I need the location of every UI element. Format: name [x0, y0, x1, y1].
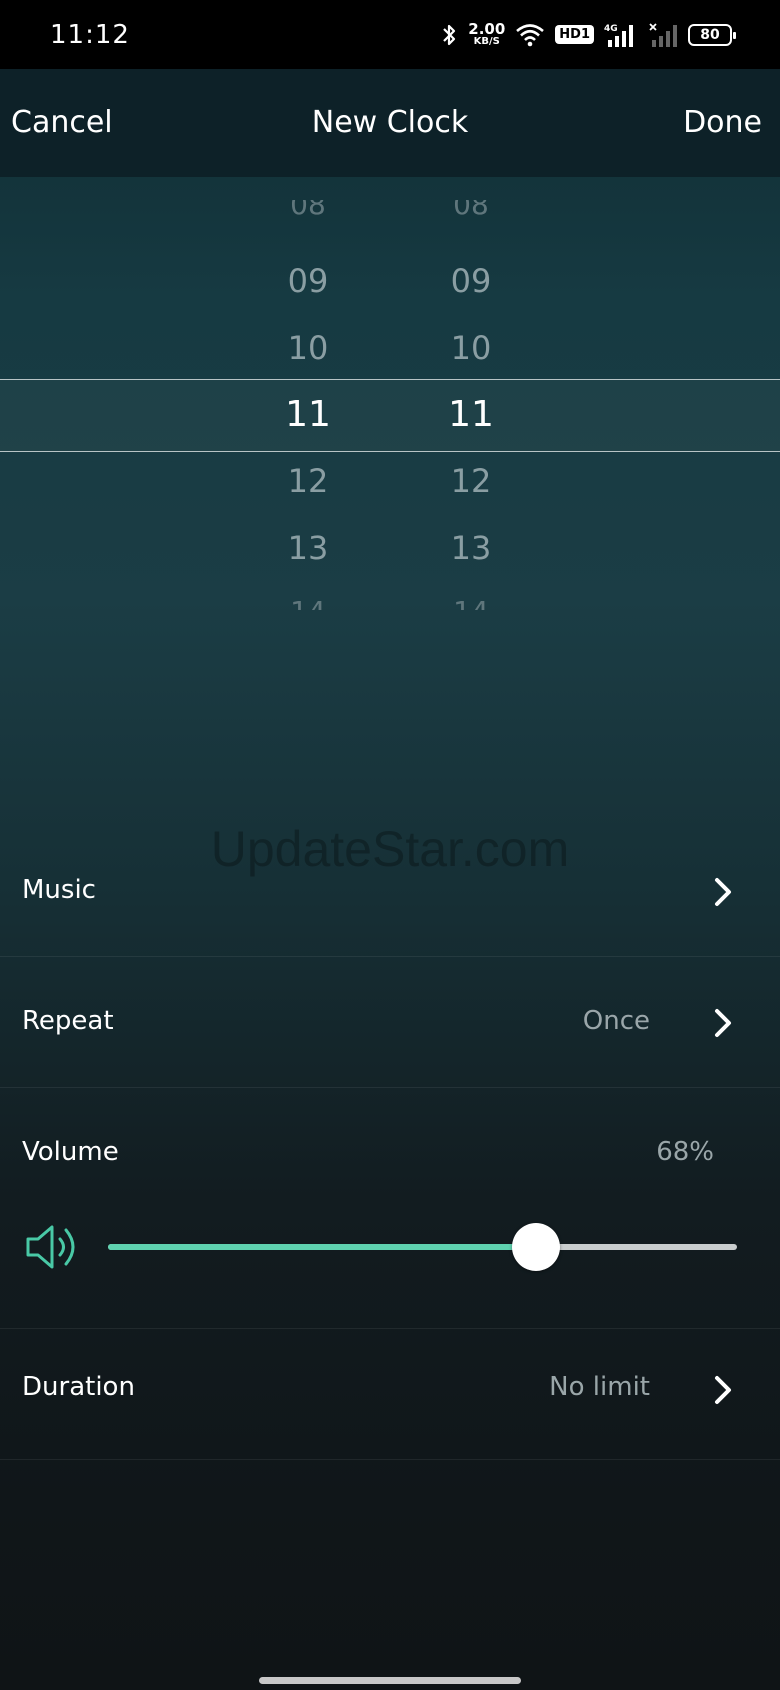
signal-icon: 4G	[604, 24, 633, 47]
music-row[interactable]: Music	[0, 827, 780, 957]
minute-option-selected[interactable]: 11	[411, 394, 531, 435]
signal-no-service-icon	[649, 22, 677, 47]
status-icons: 2.00 KB/S HD1 4G 80	[440, 22, 736, 48]
battery-icon: 80	[688, 23, 736, 46]
duration-value: No limit	[549, 1372, 650, 1402]
volume-slider-thumb[interactable]	[511, 1223, 560, 1271]
hour-option[interactable]: 10	[248, 329, 368, 367]
battery-level: 80	[700, 26, 720, 43]
hour-option[interactable]: 09	[248, 262, 368, 300]
volume-label: Volume	[22, 1137, 119, 1167]
time-picker[interactable]: 08 09 10 11 12 13 14 08 09 10 11 12 13 1…	[0, 200, 780, 610]
minute-option[interactable]: 09	[411, 262, 531, 300]
volume-slider-track[interactable]	[108, 1223, 737, 1271]
page-title: New Clock	[311, 105, 469, 140]
volume-slider-area	[0, 1200, 780, 1310]
hour-option[interactable]: 13	[248, 529, 368, 567]
hour-wheel[interactable]: 08 09 10 11 12 13 14	[248, 200, 368, 610]
status-bar: 11:12 2.00 KB/S HD1 4G 80	[0, 0, 780, 69]
chevron-right-icon	[715, 878, 731, 906]
done-button[interactable]: Done	[683, 105, 762, 140]
minute-option[interactable]: 12	[411, 462, 531, 500]
hour-option[interactable]: 12	[248, 462, 368, 500]
volume-slider-fill	[108, 1244, 536, 1250]
header-bar: Cancel New Clock Done	[0, 69, 780, 177]
minute-wheel[interactable]: 08 09 10 11 12 13 14	[411, 200, 531, 610]
svg-text:4G: 4G	[604, 24, 618, 34]
hour-option[interactable]: 08	[248, 200, 368, 221]
repeat-value: Once	[582, 1006, 650, 1036]
network-speed-value: 2.00	[468, 20, 506, 38]
hour-option[interactable]: 14	[248, 595, 368, 610]
duration-label: Duration	[22, 1372, 135, 1402]
wifi-icon	[516, 23, 545, 46]
status-time: 11:12	[50, 19, 130, 50]
minute-option[interactable]: 08	[411, 200, 531, 221]
repeat-row[interactable]: Repeat Once	[0, 958, 780, 1088]
network-speed-unit: KB/S	[473, 36, 500, 47]
repeat-label: Repeat	[22, 1006, 114, 1036]
chevron-right-icon	[715, 1009, 731, 1037]
home-indicator[interactable]	[259, 1677, 521, 1684]
minute-option[interactable]: 10	[411, 329, 531, 367]
hour-option-selected[interactable]: 11	[248, 394, 368, 435]
minute-option[interactable]: 14	[411, 595, 531, 610]
music-label: Music	[22, 875, 96, 905]
volume-value: 68%	[656, 1137, 714, 1167]
network-speed: 2.00 KB/S	[468, 22, 505, 47]
duration-row[interactable]: Duration No limit	[0, 1330, 780, 1460]
bluetooth-icon	[443, 24, 456, 45]
picker-selection-band	[0, 379, 780, 452]
hd-badge: HD1	[555, 25, 594, 44]
chevron-right-icon	[715, 1376, 731, 1404]
speaker-icon[interactable]	[24, 1220, 84, 1274]
minute-option[interactable]: 13	[411, 529, 531, 567]
